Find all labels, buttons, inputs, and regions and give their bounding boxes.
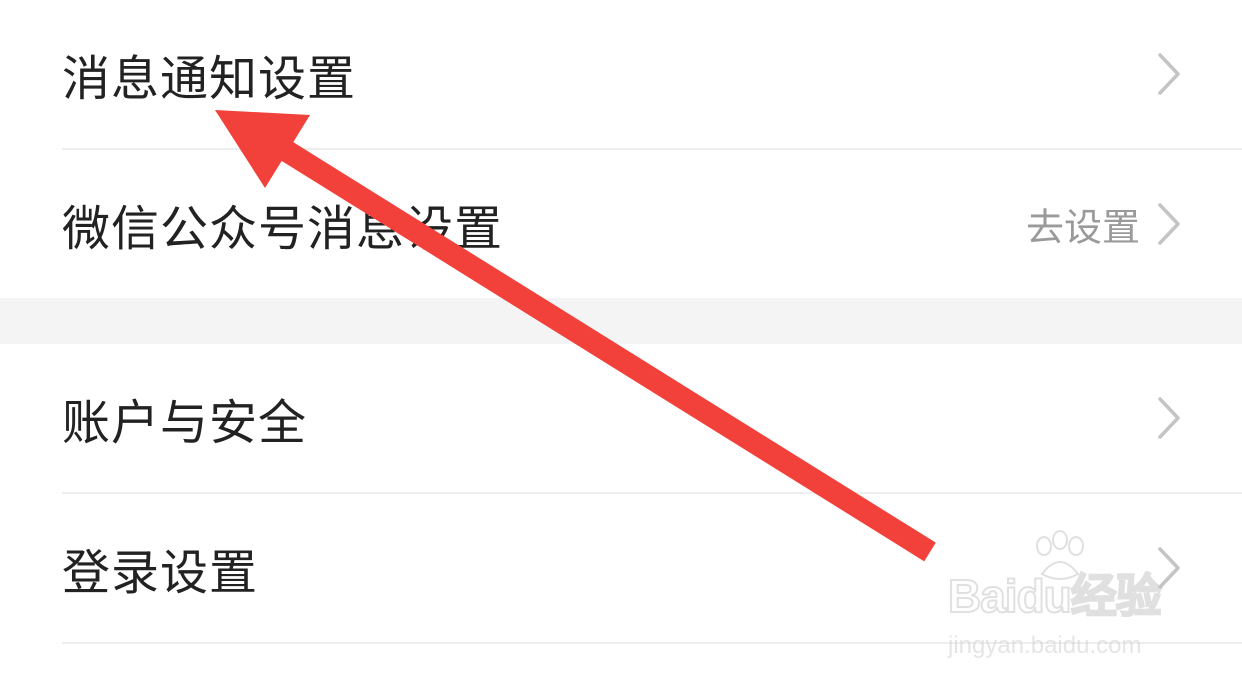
row-account-security[interactable]: 账户与安全 (0, 344, 1242, 492)
row-message-notification-settings[interactable]: 消息通知设置 (0, 0, 1242, 148)
row-label: 微信公众号消息设置 (62, 201, 504, 257)
baidu-jingyan-watermark: Baidu经验 jingyan.baidu.com (947, 530, 1178, 660)
chevron-right-icon (1158, 203, 1180, 245)
row-wechat-official-account-settings[interactable]: 微信公众号消息设置 去设置 (0, 150, 1242, 298)
row-label: 登录设置 (62, 545, 259, 601)
watermark-url: jingyan.baidu.com (948, 632, 1142, 659)
row-label: 消息通知设置 (62, 51, 357, 107)
row-value: 去设置 (1025, 205, 1140, 250)
chevron-right-icon (1158, 397, 1180, 439)
section-gap (0, 298, 1242, 344)
watermark-brand: Baidu经验 (947, 569, 1163, 623)
row-label: 账户与安全 (62, 395, 308, 451)
chevron-right-icon (1158, 53, 1180, 95)
